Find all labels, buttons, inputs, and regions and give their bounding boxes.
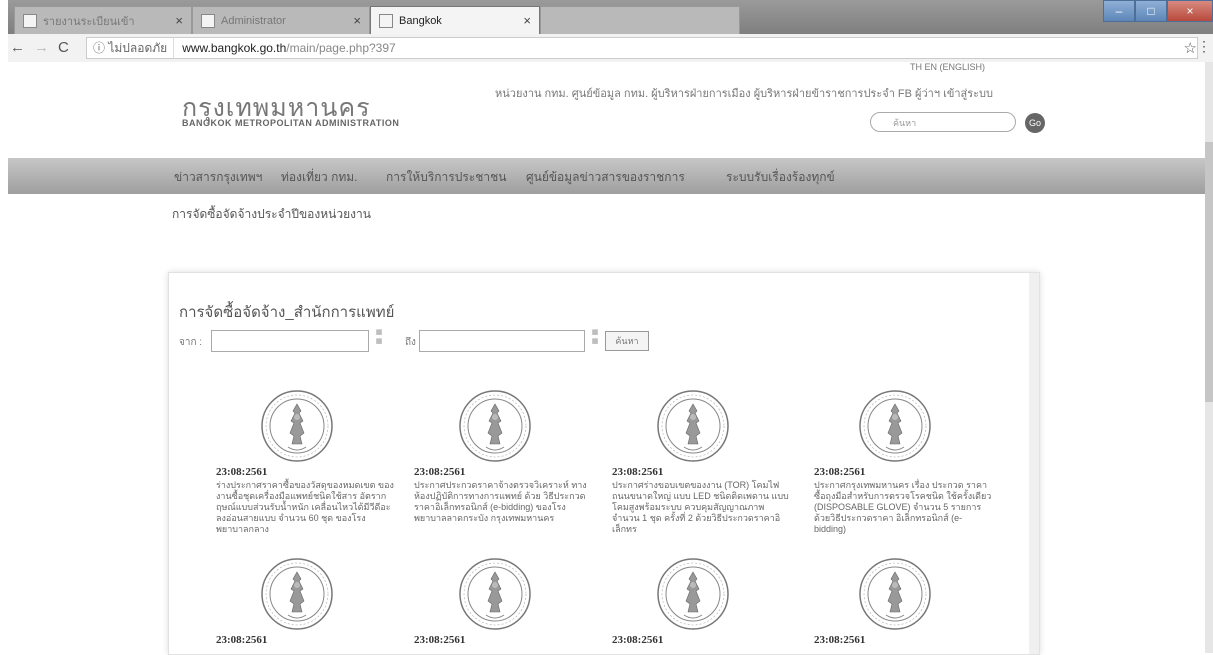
card-date: 23:08:2561 (814, 466, 866, 478)
scrollbar-thumb[interactable] (1205, 142, 1213, 402)
site-info-label: ไม่ปลอดภัย (108, 41, 168, 55)
top-links[interactable]: หน่วยงาน กทม. ศูนย์ข้อมูล กทม. ผู้บริหาร… (495, 84, 993, 102)
web-page: TH EN (ENGLISH) กรุงเทพมหานคร BANGKOK ME… (8, 62, 1208, 655)
tab-title: Administrator (221, 14, 286, 27)
panel-scrollbar[interactable] (1029, 273, 1039, 654)
minimize-icon[interactable]: – (1103, 0, 1135, 22)
nav-item-services[interactable]: การให้บริการประชาชน (386, 168, 506, 187)
url-host: www.bangkok.go.th (182, 41, 287, 55)
page-icon (379, 13, 393, 28)
bma-emblem-icon[interactable] (656, 389, 730, 463)
page-scrollbar[interactable] (1205, 62, 1213, 653)
close-window-icon[interactable]: × (1167, 0, 1213, 22)
nav-item-news[interactable]: ข่าวสารกรุงเทพฯ (174, 168, 262, 187)
bma-emblem-icon[interactable] (656, 557, 730, 631)
tab-item[interactable]: Administrator × (192, 6, 370, 34)
bma-emblem-icon[interactable] (458, 389, 532, 463)
url-field[interactable]: ⓘ ไม่ปลอดภัย www.bangkok.go.th/main/page.… (86, 37, 1198, 59)
tab-item[interactable]: รายงานระเบียนเข้า × (14, 6, 192, 34)
card-description[interactable]: ประกาศประกวดราคาจ้างตรวจวิเคราะห์ ทางห้อ… (414, 480, 594, 524)
page-icon (23, 13, 37, 28)
card-date: 23:08:2561 (414, 634, 466, 646)
card-date: 23:08:2561 (814, 634, 866, 646)
nav-item-complaints[interactable]: ระบบรับเรื่องร้องทุกข์ (726, 168, 835, 187)
card-date: 23:08:2561 (612, 634, 664, 646)
page-icon (201, 13, 215, 28)
tab-title: รายงานระเบียนเข้า (43, 15, 135, 28)
close-icon[interactable]: × (353, 13, 361, 28)
bma-emblem-icon[interactable] (458, 557, 532, 631)
bma-emblem-icon[interactable] (858, 557, 932, 631)
tab-strip: รายงานระเบียนเข้า × Administrator × Bang… (8, 0, 1213, 34)
to-date-input[interactable] (419, 330, 585, 352)
site-info-badge[interactable]: ⓘ ไม่ปลอดภัย (87, 38, 175, 58)
url-path: /main/page.php?397 (286, 41, 396, 55)
new-tab-button[interactable] (540, 6, 740, 34)
card-date: 23:08:2561 (216, 466, 268, 478)
tab-item-active[interactable]: Bangkok × (370, 6, 540, 34)
from-date-input[interactable] (211, 330, 369, 352)
bma-emblem-icon[interactable] (260, 389, 334, 463)
menu-icon[interactable]: ⋮ (1197, 38, 1211, 55)
search-button[interactable]: ค้นหา (605, 331, 649, 351)
maximize-icon[interactable]: □ (1135, 0, 1167, 22)
card-description[interactable]: ประกาศกรุงเทพมหานคร เรื่อง ประกวด ราคาซื… (814, 480, 994, 535)
close-icon[interactable]: × (523, 13, 531, 28)
bma-emblem-icon[interactable] (858, 389, 932, 463)
section-title: การจัดซื้อจัดจ้าง_สำนักการแพทย์ (179, 304, 395, 321)
bma-emblem-icon[interactable] (260, 557, 334, 631)
from-label: จาก : (179, 337, 203, 348)
card-date: 23:08:2561 (216, 634, 268, 646)
site-search-input[interactable]: ค้นหา (870, 112, 1016, 132)
window-controls: – □ × (1103, 0, 1213, 22)
back-icon[interactable]: ← (10, 39, 25, 56)
card-description[interactable]: ร่างประกาศราคาซื้อของวัสดุของหมดเขต ของง… (216, 480, 396, 535)
calendar-icon[interactable]: ▦ ▦ (589, 328, 601, 346)
card-date: 23:08:2561 (612, 466, 664, 478)
tab-title: Bangkok (399, 14, 442, 27)
procurement-panel: การจัดซื้อจัดจ้าง_สำนักการแพทย์ จาก : ▦ ▦… (168, 272, 1040, 655)
language-switch[interactable]: TH EN (ENGLISH) (910, 62, 985, 72)
nav-item-travel[interactable]: ท่องเที่ยว กทม. (281, 168, 358, 187)
breadcrumb[interactable]: การจัดซื้อจัดจ้างประจำปีของหน่วยงาน (172, 205, 371, 224)
reload-icon[interactable]: C (58, 39, 69, 56)
bookmark-star-icon[interactable]: ☆ (1184, 39, 1197, 57)
card-date: 23:08:2561 (414, 466, 466, 478)
go-button[interactable]: Go (1025, 113, 1045, 133)
card-description[interactable]: ประกาศร่างขอบเขตของงาน (TOR) โคมไฟถนนขนา… (612, 480, 792, 535)
site-logo-english: BANGKOK METROPOLITAN ADMINISTRATION (182, 118, 400, 128)
close-icon[interactable]: × (175, 13, 183, 28)
calendar-icon[interactable]: ▦ ▦ (373, 328, 385, 346)
main-nav: ข่าวสารกรุงเทพฯ ท่องเที่ยว กทม. การให้บร… (8, 158, 1208, 194)
nav-item-info-center[interactable]: ศูนย์ข้อมูลข่าวสารของราชการ (526, 168, 685, 187)
forward-icon[interactable]: → (34, 39, 49, 56)
address-bar: ← → C ⓘ ไม่ปลอดภัย www.bangkok.go.th/main… (8, 34, 1213, 63)
